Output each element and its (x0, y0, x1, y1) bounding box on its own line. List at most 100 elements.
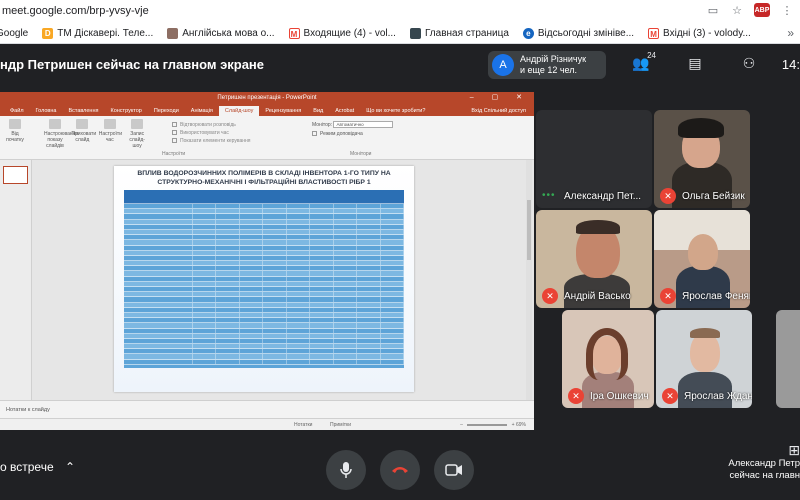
slide-table-cell (193, 338, 216, 344)
address-bar[interactable]: meet.google.com/brp-yvsy-vje ▭ ☆ ABP ⋮ (0, 0, 800, 22)
slide-table-cell (240, 328, 263, 333)
slide-table-cell (263, 276, 287, 281)
slide-table-cell (193, 312, 216, 318)
bookmark-item[interactable]: D TM Діскавері. Теле... (42, 27, 153, 39)
slide-table-cell (357, 276, 381, 281)
slide-table-cell (193, 333, 216, 338)
chat-icon[interactable]: ▤ (680, 55, 710, 72)
slide-table-cell (310, 209, 334, 214)
star-icon[interactable]: ☆ (730, 3, 744, 17)
end-call-button[interactable] (380, 450, 420, 490)
activities-icon[interactable]: ⚇ (734, 55, 764, 72)
slide-table-cell (263, 349, 287, 354)
slide-table-cell (124, 271, 193, 276)
slide-table-cell (381, 344, 404, 349)
bookmark-item[interactable]: e Відсьогодні змініве... (522, 27, 634, 39)
presenter-view-label: Режим доповідача (320, 131, 363, 137)
participant-tile[interactable]: ✕ Ольга Бейзик (654, 110, 750, 208)
slide-table-cell (334, 328, 357, 333)
participant-tile[interactable]: ✕ Ярослав Жданов (656, 310, 752, 408)
menu-dots-icon[interactable]: ⋮ (780, 3, 794, 17)
slide-table-cell (124, 312, 193, 318)
slide-table-cell (124, 250, 193, 255)
slide-table-cell (381, 307, 404, 312)
clock: 14: (781, 57, 800, 72)
slide-table-cell (124, 219, 193, 224)
camera-button[interactable] (434, 450, 474, 490)
ppt-tab: Головна (35, 108, 57, 114)
microphone-button[interactable] (326, 450, 366, 490)
slide-table-cell (193, 287, 216, 292)
participant-tile[interactable] (776, 310, 800, 408)
slide-table-cell (124, 235, 193, 240)
bookmark-item[interactable]: Google (0, 28, 28, 39)
slide-table-cell (381, 281, 404, 286)
slide-table-cell (124, 209, 193, 214)
bookmark-item[interactable]: M Вхідні (3) - volody... (648, 27, 751, 39)
bookmark-item[interactable]: M Входящие (4) - vol... (288, 27, 396, 39)
slide-table-cell (263, 271, 287, 276)
participant-tile[interactable]: ✕ Ярослав Феняк (654, 210, 750, 308)
slide-table-cell (381, 245, 404, 250)
slide-table-cell (240, 338, 263, 344)
ribbon-checks: Відтворювати розповідь Використовувати ч… (172, 121, 250, 145)
slide-table-cell (263, 261, 287, 266)
slide-table-cell (357, 281, 381, 286)
participant-name: Ярослав Жданов (684, 391, 752, 402)
slide-table (124, 190, 404, 368)
slide-table-cell (216, 344, 240, 349)
slide-table-cell (124, 240, 193, 245)
ppt-tab: Acrobat (335, 108, 355, 114)
participant-tile[interactable]: ✕ Андрій Васько (536, 210, 652, 308)
cast-icon[interactable]: ▭ (706, 3, 720, 17)
presenter-indicator[interactable]: ⊞ Александр Петр сейчас на главн (728, 443, 800, 482)
from-start-button: Від початку (4, 119, 26, 143)
slide-table-cell (287, 318, 310, 323)
participant-tile[interactable]: ✕ Іра Ошкевич (562, 310, 654, 408)
meeting-details-button[interactable]: о встрече ⌃ (0, 460, 75, 474)
slide-table-cell (240, 245, 263, 250)
slide-table-cell (334, 240, 357, 245)
presenter-status: сейчас на главн (729, 470, 800, 481)
slide-table-cell (216, 271, 240, 276)
people-icon[interactable]: 👥 24 (626, 51, 656, 72)
slide-table-cell (216, 328, 240, 333)
participants-card[interactable]: A Андрій Різничук и еще 12 чел. (488, 51, 606, 79)
avatar: A (492, 54, 514, 76)
slide-table-cell (216, 214, 240, 219)
slide-table-cell (357, 214, 381, 219)
slide-table-cell (287, 349, 310, 354)
participant-video (576, 220, 620, 234)
bookmark-item[interactable]: Главная страница (409, 27, 509, 39)
slide-table-cell (263, 281, 287, 286)
window-controls-icon: – ▢ ✕ (469, 94, 530, 101)
slide-table-cell (381, 318, 404, 323)
slide-table-cell (216, 338, 240, 344)
slide-table-cell (193, 235, 216, 240)
status-notes: Нотатки (294, 422, 313, 428)
adblock-icon[interactable]: ABP (754, 3, 770, 17)
group-label-monitors: Монітори (350, 151, 372, 157)
slide-table-cell (334, 312, 357, 318)
participant-tile[interactable]: ••• Александр Пет... (536, 110, 652, 208)
bookmarks-more-icon[interactable]: » (787, 26, 794, 40)
slide-thumbnails (0, 160, 32, 400)
slide-table-cell (287, 344, 310, 349)
slide-table-cell (124, 214, 193, 219)
slide-table-cell (334, 276, 357, 281)
slide-table-cell (310, 281, 334, 286)
bookmark-item[interactable]: Англійська мова о... (167, 27, 275, 39)
slide-table-cell (334, 318, 357, 323)
url-text[interactable]: meet.google.com/brp-yvsy-vje (2, 5, 149, 17)
slide-table-cell (193, 359, 216, 364)
slide-table-cell (287, 209, 310, 214)
slide-table-cell (216, 292, 240, 297)
play-icon (9, 119, 21, 129)
slide-table-cell (124, 287, 193, 292)
slide-table-cell (193, 354, 216, 359)
ppt-window-title: Петришен презентація - PowerPoint (217, 95, 317, 101)
slide-table-cell (357, 307, 381, 312)
slide-table-cell (334, 302, 357, 307)
hide-slide-icon (76, 119, 89, 129)
slide-table-cell (334, 344, 357, 349)
